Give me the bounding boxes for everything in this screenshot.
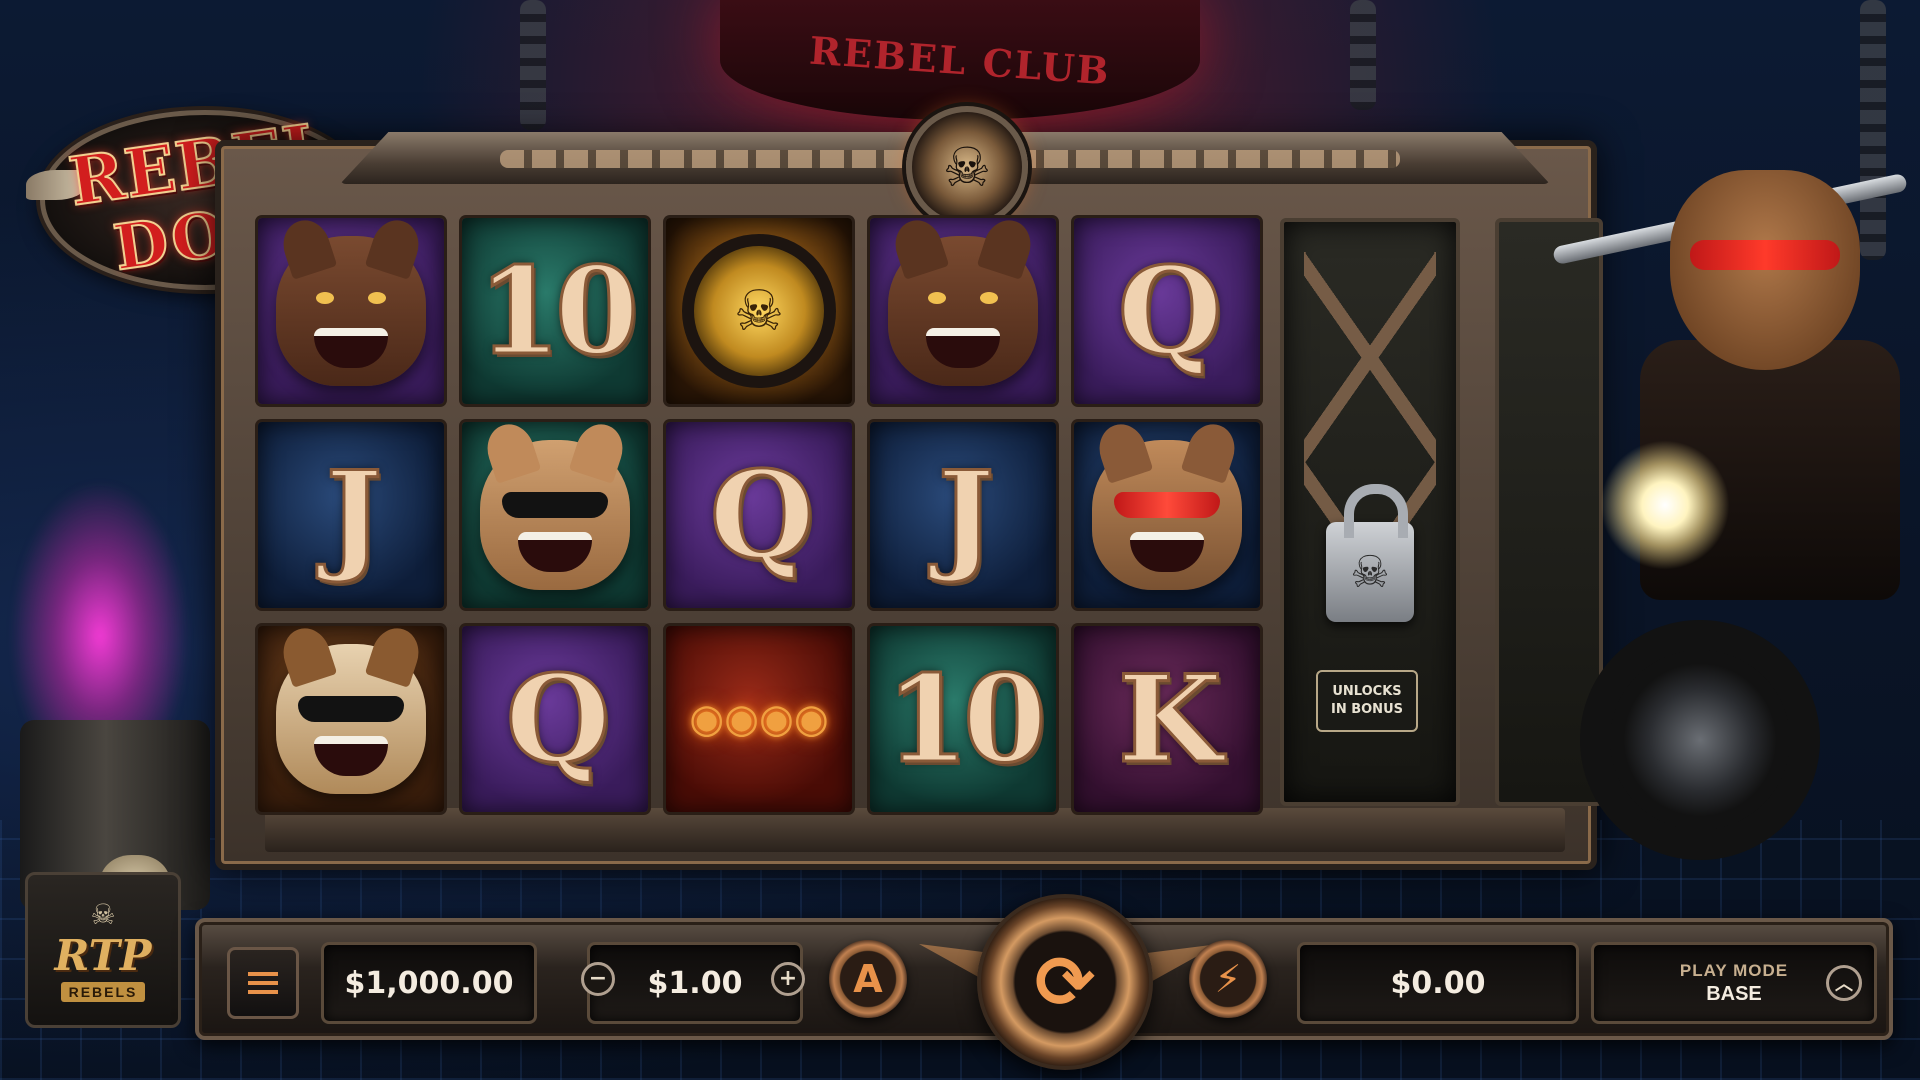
autoplay-button[interactable]: A	[829, 940, 907, 1018]
reel-cell	[258, 626, 444, 812]
skull-icon: ☠	[906, 106, 1028, 228]
spin-button[interactable]: ⟳	[977, 894, 1153, 1070]
unlocks-in-bonus-label: UNLOCKS IN BONUS	[1316, 670, 1418, 732]
ten-icon: 10	[476, 239, 640, 383]
bulldog-icon	[276, 626, 426, 794]
brass-knuckles-icon: ◉◉◉◉	[689, 697, 829, 741]
biker-dog-icon	[1092, 422, 1242, 590]
reel-cell: Q	[666, 422, 852, 608]
control-bar: $1,000.00 $1.00 − + A ⟳ ⚡ $0.00 PLAY MOD…	[195, 894, 1893, 1070]
headlight	[1600, 440, 1730, 570]
brand-name: RTP	[54, 931, 152, 980]
frenchie-icon	[480, 422, 630, 590]
minus-icon: −	[588, 966, 608, 991]
jack-icon: J	[324, 443, 384, 587]
padlock-icon: ☠	[1326, 484, 1414, 622]
reel-cell: J	[258, 422, 444, 608]
motorcycle-wheel	[1580, 620, 1820, 860]
frame-bottom	[265, 808, 1565, 852]
play-mode-value: BASE	[1706, 982, 1762, 1005]
king-icon: K	[1116, 647, 1223, 791]
queen-icon: Q	[504, 647, 611, 791]
ten-icon: 10	[884, 647, 1048, 791]
jack-icon: J	[936, 443, 996, 587]
turbo-button[interactable]: ⚡	[1189, 940, 1267, 1018]
red-sunglasses	[1690, 240, 1840, 270]
biker-dog-mascot	[1540, 150, 1920, 860]
locked-reel: ☠ UNLOCKS IN BONUS	[1280, 218, 1460, 806]
balance-display: $1,000.00	[321, 942, 537, 1024]
reel-cell: K	[1074, 626, 1260, 812]
reel-cell: Q	[1074, 218, 1260, 404]
reel-cell: J	[870, 422, 1056, 608]
reel-cell: 10	[870, 626, 1056, 812]
reel-cell: 10	[462, 218, 648, 404]
win-value: $0.00	[1390, 965, 1486, 1001]
reel-cell: Q	[462, 626, 648, 812]
banner-text: REBEL CLUB	[807, 27, 1113, 94]
bet-value: $1.00	[647, 965, 743, 1001]
play-mode-panel[interactable]: PLAY MODE BASE ︿	[1591, 942, 1877, 1024]
play-mode-label: PLAY MODE	[1679, 960, 1789, 980]
reel-cell: ☠	[666, 218, 852, 404]
brand-subtitle: REBELS	[60, 982, 146, 1002]
win-display: $0.00	[1297, 942, 1579, 1024]
reel-grid: 10 ☠ Q J Q J Q ◉◉◉◉ 10 K	[258, 218, 1260, 812]
queen-icon: Q	[708, 443, 815, 587]
reel-cell	[870, 218, 1056, 404]
collar-icon: ☠	[682, 234, 836, 388]
queen-icon: Q	[1116, 239, 1223, 383]
skull-icon: ☠	[90, 899, 116, 930]
chevron-up-icon[interactable]: ︿	[1826, 965, 1862, 1001]
hamburger-icon	[248, 972, 278, 994]
increase-bet-button[interactable]: +	[771, 962, 805, 996]
reel-cell	[1074, 422, 1260, 608]
lightning-icon: ⚡	[1214, 957, 1242, 1001]
menu-button[interactable]	[227, 947, 299, 1019]
hanging-chain	[520, 0, 546, 130]
pitbull-icon	[276, 218, 426, 386]
reel-cell	[462, 422, 648, 608]
hanging-chain	[1350, 0, 1376, 110]
autoplay-icon: A	[853, 957, 883, 1001]
rebel-club-banner: REBEL CLUB	[720, 0, 1200, 120]
decrease-bet-button[interactable]: −	[581, 962, 615, 996]
balance-value: $1,000.00	[344, 965, 514, 1001]
pitbull-icon	[888, 218, 1038, 386]
rtp-rebels-logo: ☠ RTP REBELS	[25, 872, 181, 1028]
reel-cell: ◉◉◉◉	[666, 626, 852, 812]
pink-flare	[10, 480, 190, 740]
biker-head	[1670, 170, 1860, 370]
spin-arrows-icon: ⟳	[1034, 940, 1096, 1024]
plus-icon: +	[778, 966, 798, 991]
reel-cell	[258, 218, 444, 404]
